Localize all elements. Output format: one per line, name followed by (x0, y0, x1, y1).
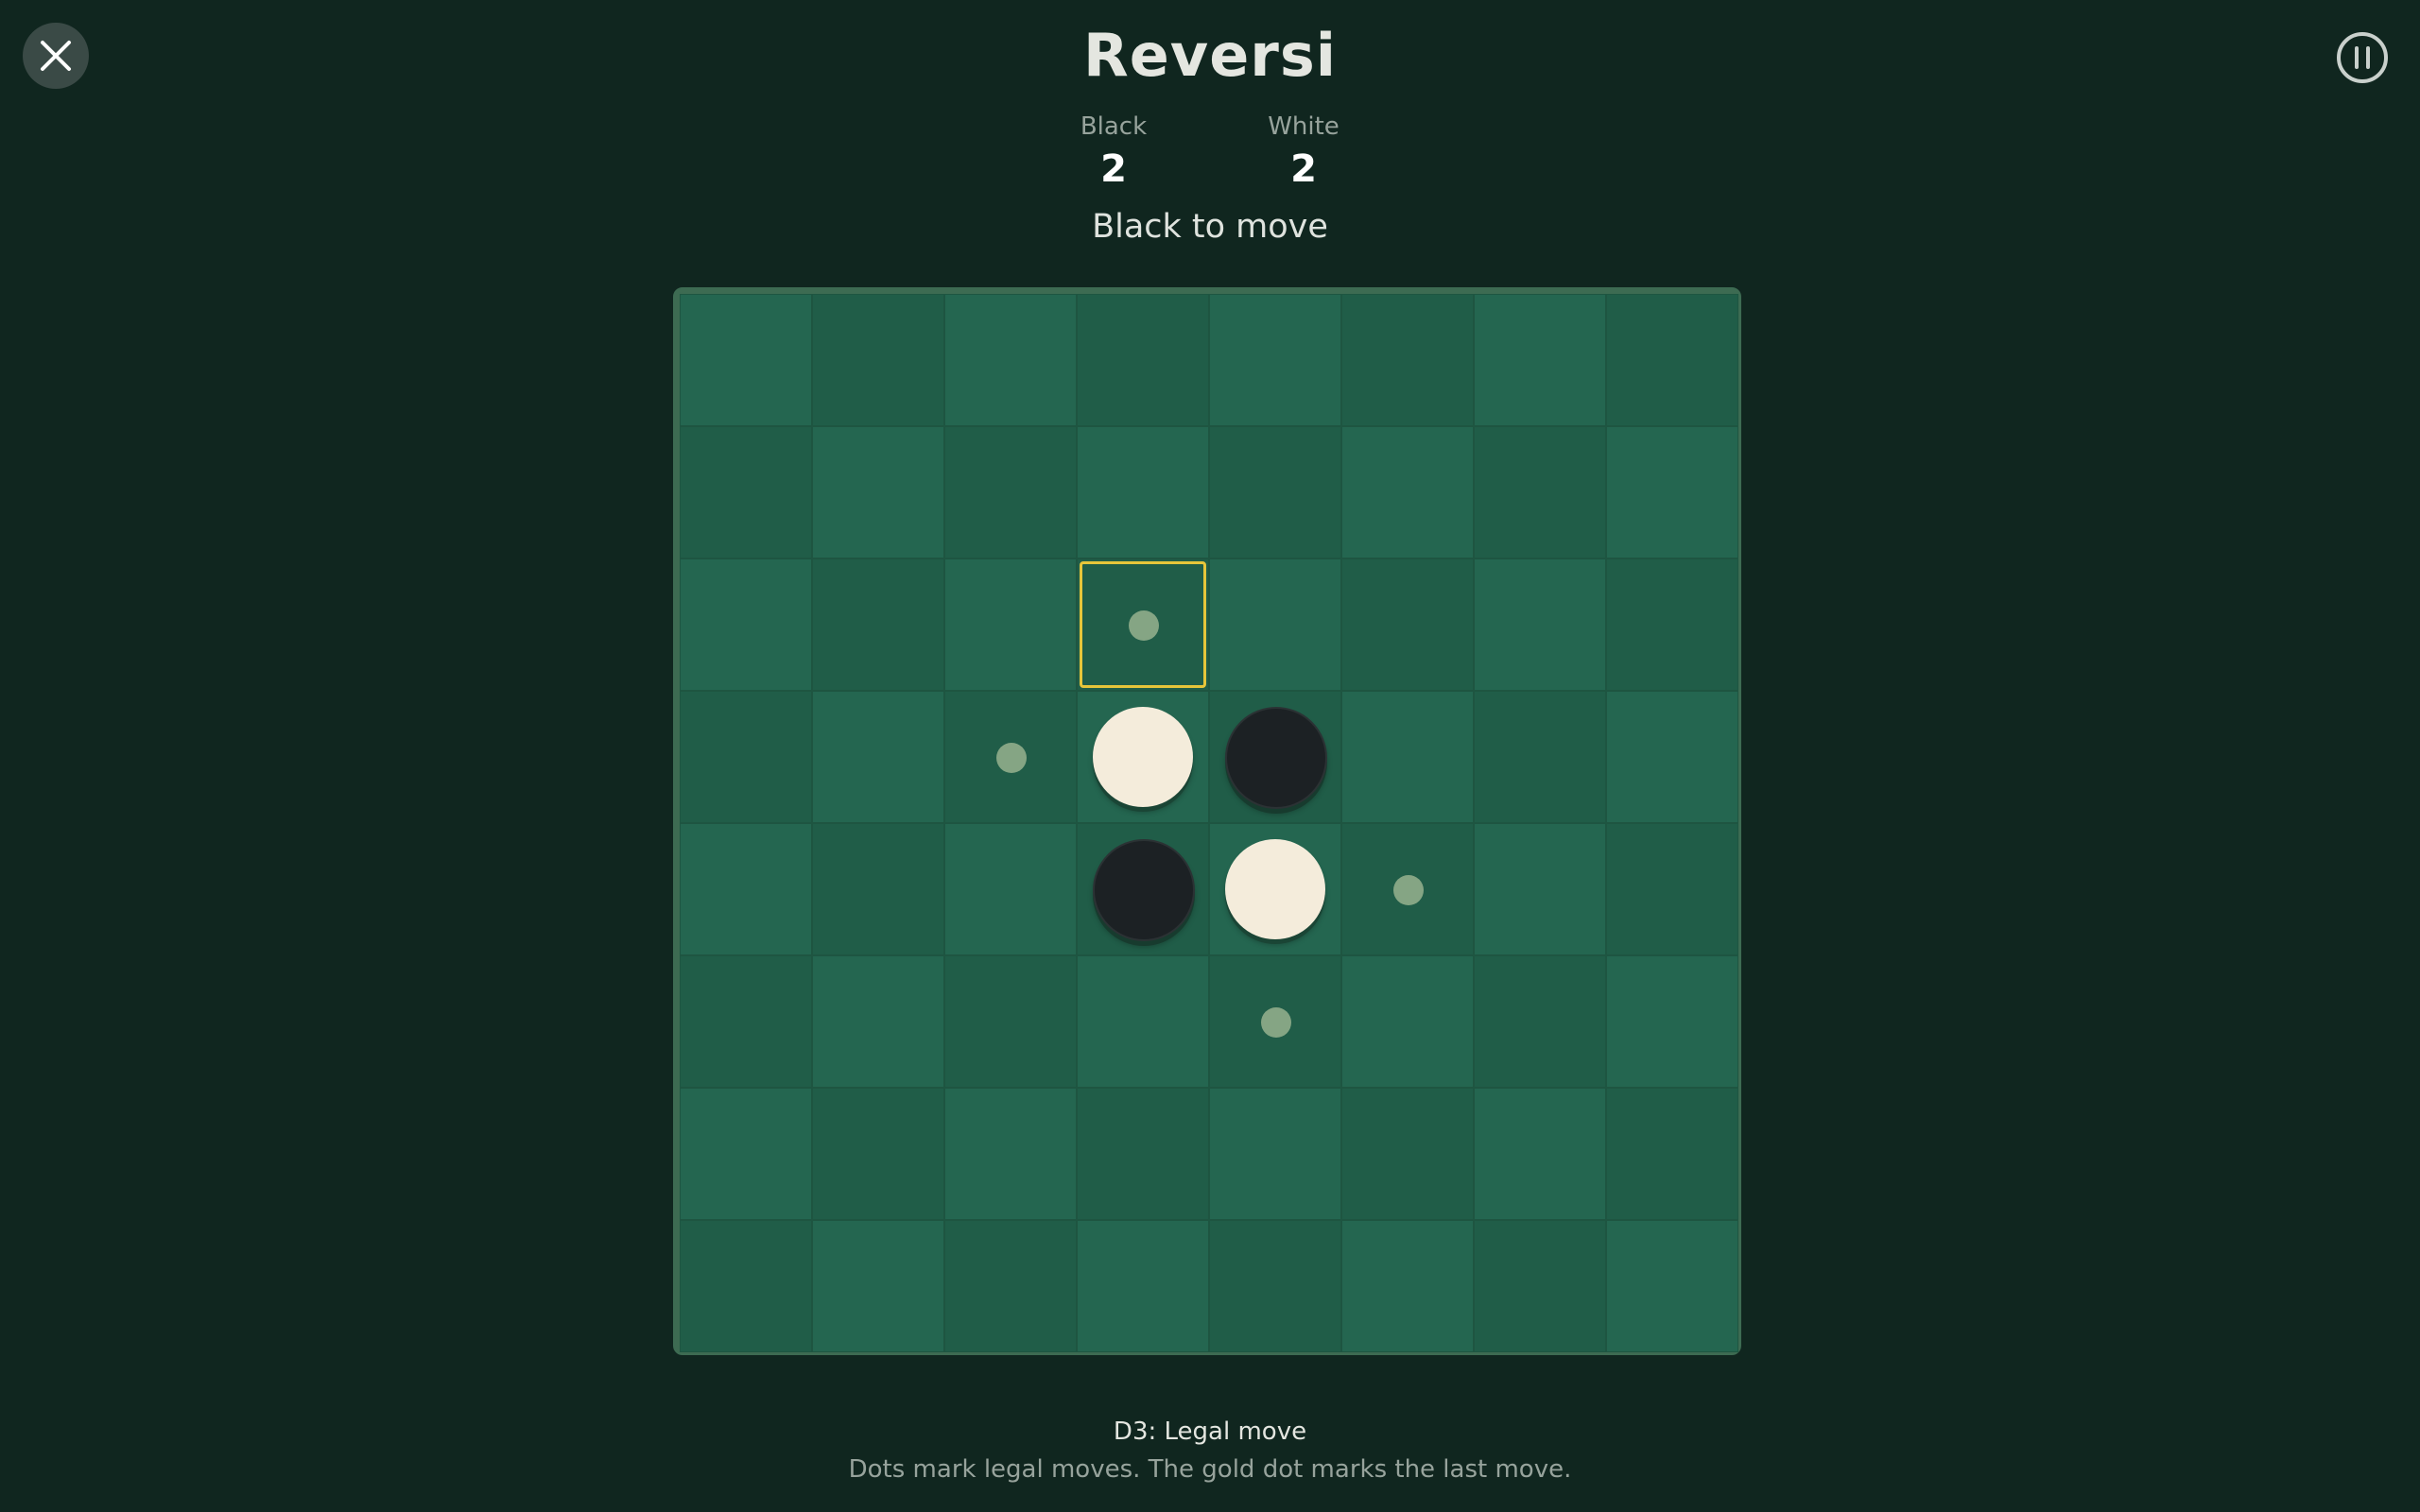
legal-move-dot (1129, 610, 1159, 641)
board-cell-a7[interactable] (680, 1088, 812, 1220)
score-black-value: 2 (1100, 147, 1127, 191)
board-cell-e7[interactable] (1209, 1088, 1341, 1220)
black-disc (1093, 839, 1195, 941)
board-cell-c6[interactable] (944, 955, 1077, 1088)
board-cell-d8[interactable] (1077, 1220, 1209, 1352)
board-cell-c4[interactable] (944, 691, 1077, 823)
board-cell-b8[interactable] (812, 1220, 944, 1352)
board-cell-b5[interactable] (812, 823, 944, 955)
white-disc (1093, 707, 1193, 807)
board-cell-h3[interactable] (1606, 558, 1738, 691)
white-disc (1225, 839, 1325, 939)
board-cell-f1[interactable] (1341, 294, 1474, 426)
board-cell-f7[interactable] (1341, 1088, 1474, 1220)
board-cell-b3[interactable] (812, 558, 944, 691)
board-cell-d4[interactable] (1077, 691, 1209, 823)
board-cell-b7[interactable] (812, 1088, 944, 1220)
board-cell-g8[interactable] (1474, 1220, 1606, 1352)
board-cell-g5[interactable] (1474, 823, 1606, 955)
board-cell-b2[interactable] (812, 426, 944, 558)
board-cell-a3[interactable] (680, 558, 812, 691)
board-cell-e1[interactable] (1209, 294, 1341, 426)
board-cell-g7[interactable] (1474, 1088, 1606, 1220)
game-board (680, 294, 1739, 1353)
board-cell-d1[interactable] (1077, 294, 1209, 426)
board-cell-f3[interactable] (1341, 558, 1474, 691)
board-cell-d2[interactable] (1077, 426, 1209, 558)
board-cell-g2[interactable] (1474, 426, 1606, 558)
board-cell-b6[interactable] (812, 955, 944, 1088)
board-cell-b4[interactable] (812, 691, 944, 823)
board-cell-h4[interactable] (1606, 691, 1738, 823)
score-black-label: Black (1080, 112, 1148, 141)
board-cell-a4[interactable] (680, 691, 812, 823)
board-cell-c8[interactable] (944, 1220, 1077, 1352)
board-cell-g3[interactable] (1474, 558, 1606, 691)
board-cell-h7[interactable] (1606, 1088, 1738, 1220)
legal-move-dot (996, 743, 1027, 773)
board-cell-c5[interactable] (944, 823, 1077, 955)
board-cell-f6[interactable] (1341, 955, 1474, 1088)
board-cell-d3[interactable] (1077, 558, 1209, 691)
cell-info: D3: Legal move (1113, 1418, 1307, 1446)
pause-button[interactable] (2335, 30, 2390, 85)
board-cell-f2[interactable] (1341, 426, 1474, 558)
board-cell-h6[interactable] (1606, 955, 1738, 1088)
board-cell-f4[interactable] (1341, 691, 1474, 823)
board-cell-a6[interactable] (680, 955, 812, 1088)
board-cell-f8[interactable] (1341, 1220, 1474, 1352)
board-cell-c2[interactable] (944, 426, 1077, 558)
board-cell-h5[interactable] (1606, 823, 1738, 955)
board-cell-g1[interactable] (1474, 294, 1606, 426)
board-cell-b1[interactable] (812, 294, 944, 426)
game-title: Reversi (1083, 21, 1337, 90)
board-cell-e5[interactable] (1209, 823, 1341, 955)
board-cell-e6[interactable] (1209, 955, 1341, 1088)
legal-move-dot (1393, 875, 1424, 905)
board-cell-e4[interactable] (1209, 691, 1341, 823)
board-cell-c3[interactable] (944, 558, 1077, 691)
score-black: Black 2 (1047, 112, 1180, 193)
game-screen: Reversi Black 2 White 2 Black to move D3… (0, 0, 2420, 1512)
score-white-label: White (1268, 112, 1340, 141)
board-cell-a8[interactable] (680, 1220, 812, 1352)
board-cell-c1[interactable] (944, 294, 1077, 426)
board-cell-a2[interactable] (680, 426, 812, 558)
board-cell-f5[interactable] (1341, 823, 1474, 955)
turn-status: Black to move (1092, 208, 1328, 246)
board-cell-e3[interactable] (1209, 558, 1341, 691)
legal-move-dot (1261, 1007, 1291, 1038)
board-cell-d6[interactable] (1077, 955, 1209, 1088)
board-cell-a5[interactable] (680, 823, 812, 955)
board-cell-e2[interactable] (1209, 426, 1341, 558)
pause-icon (2337, 32, 2388, 83)
board-cell-c7[interactable] (944, 1088, 1077, 1220)
board-cell-g4[interactable] (1474, 691, 1606, 823)
board-cell-d7[interactable] (1077, 1088, 1209, 1220)
black-disc (1225, 707, 1327, 809)
score-white: White 2 (1237, 112, 1370, 193)
board-cell-d5[interactable] (1077, 823, 1209, 955)
board-cell-e8[interactable] (1209, 1220, 1341, 1352)
board-cell-h1[interactable] (1606, 294, 1738, 426)
board-cell-h2[interactable] (1606, 426, 1738, 558)
board-cell-h8[interactable] (1606, 1220, 1738, 1352)
board-cell-a1[interactable] (680, 294, 812, 426)
board-cell-g6[interactable] (1474, 955, 1606, 1088)
score-white-value: 2 (1290, 147, 1317, 191)
legend-hint: Dots mark legal moves. The gold dot mark… (848, 1455, 1572, 1484)
